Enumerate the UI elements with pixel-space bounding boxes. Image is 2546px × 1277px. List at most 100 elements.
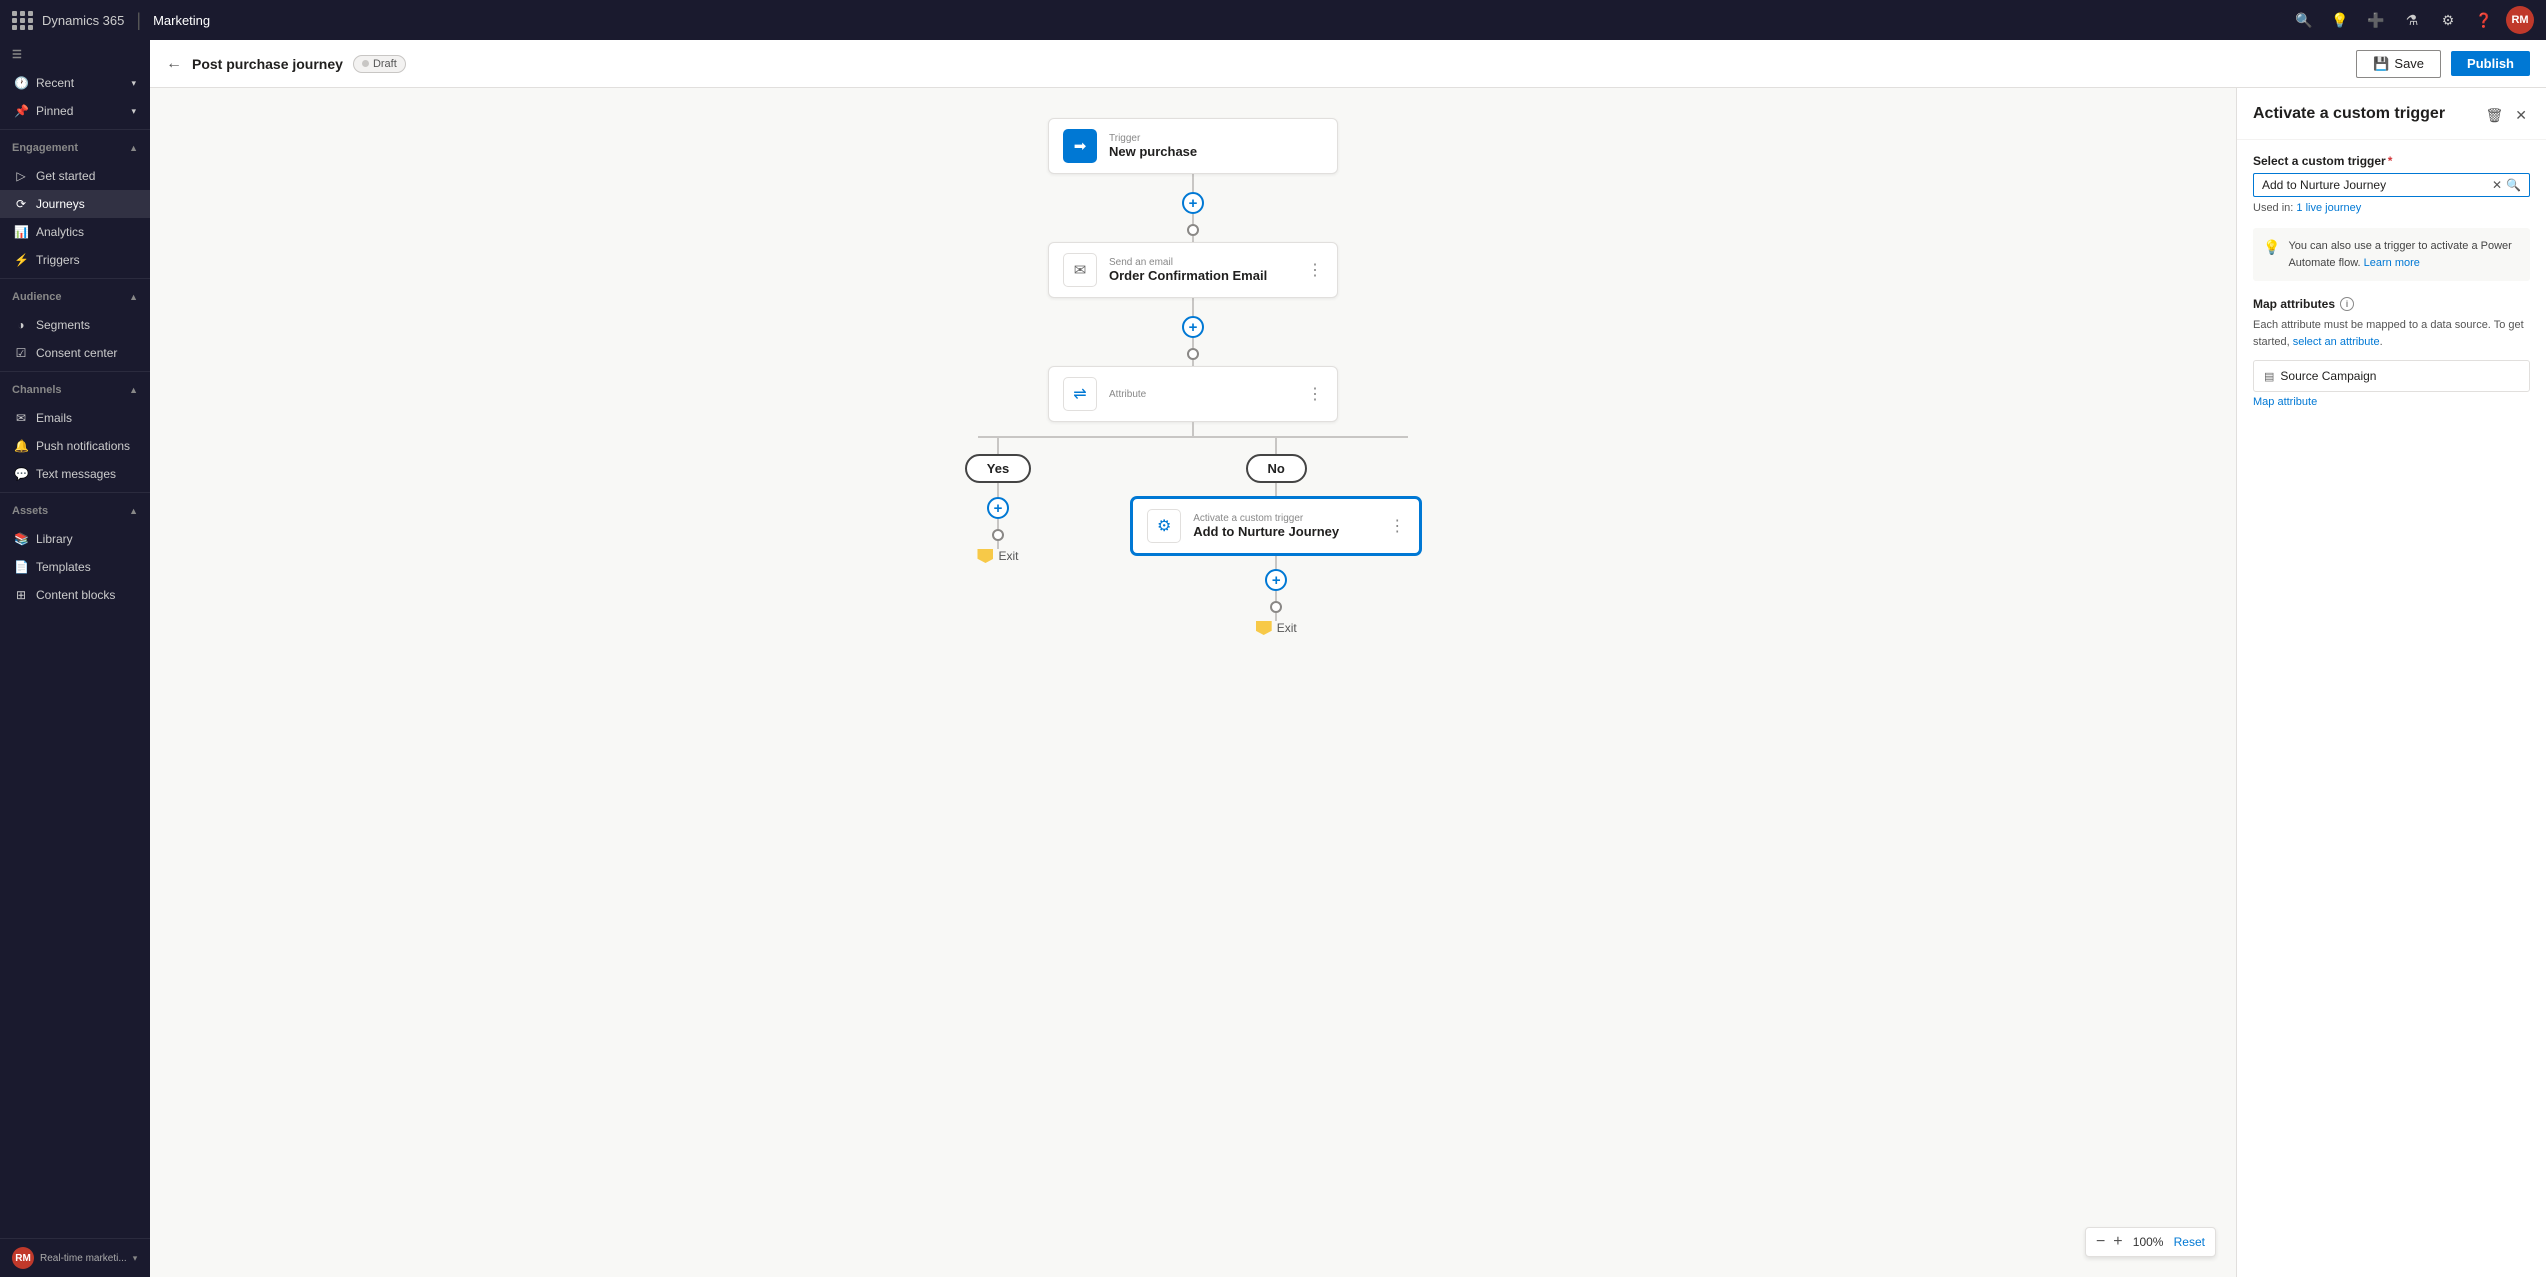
text-icon: 💬 bbox=[14, 467, 28, 481]
trigger-search-input[interactable] bbox=[2262, 178, 2488, 192]
back-button[interactable]: ← bbox=[166, 55, 182, 73]
pin-icon: 📌 bbox=[14, 104, 28, 118]
avatar[interactable]: RM bbox=[2506, 6, 2534, 34]
yes-exit: Exit bbox=[977, 549, 1018, 563]
workspace-selector[interactable]: RM Real-time marketi... ▾ bbox=[0, 1238, 150, 1277]
custom-node-content: Activate a custom trigger Add to Nurture… bbox=[1193, 513, 1377, 539]
help-icon[interactable]: ❓ bbox=[2470, 6, 2498, 34]
yes-oval[interactable]: Yes bbox=[965, 454, 1031, 483]
connector-2: + bbox=[1182, 298, 1204, 366]
no-add-btn[interactable]: + bbox=[1265, 569, 1287, 591]
connector-circle-1 bbox=[1187, 224, 1199, 236]
map-attrs-header: Map attributes i bbox=[2253, 297, 2530, 311]
section-engagement[interactable]: Engagement ▲ bbox=[0, 134, 150, 162]
yes-add-btn[interactable]: + bbox=[987, 497, 1009, 519]
chevron-up-icon-3: ▲ bbox=[129, 385, 138, 395]
no-branch-stem bbox=[1275, 438, 1277, 454]
email-node[interactable]: ✉ Send an email Order Confirmation Email… bbox=[1048, 242, 1338, 298]
attr-node-menu[interactable]: ⋮ bbox=[1307, 384, 1323, 404]
section-assets[interactable]: Assets ▲ bbox=[0, 497, 150, 525]
app-launcher-icon[interactable] bbox=[12, 11, 34, 30]
sidebar-item-journeys[interactable]: ⟳ Journeys bbox=[0, 190, 150, 218]
journey-canvas[interactable]: ➡ Trigger New purchase + bbox=[150, 88, 2236, 1277]
attribute-node[interactable]: ⇌ Attribute ⋮ bbox=[1048, 366, 1338, 422]
sidebar-collapse-btn[interactable]: ☰ bbox=[0, 40, 150, 69]
sidebar-item-analytics[interactable]: 📊 Analytics bbox=[0, 218, 150, 246]
connector-line-1b bbox=[1192, 214, 1194, 224]
clear-search-button[interactable]: ✕ bbox=[2492, 178, 2502, 192]
attr-row-icon: ▤ bbox=[2264, 370, 2274, 383]
sidebar: ☰ 🕐 Recent ▾ 📌 Pinned ▾ Engagement ▲ ▷ G… bbox=[0, 40, 150, 1277]
no-line-2 bbox=[1275, 555, 1277, 569]
trigger-node[interactable]: ➡ Trigger New purchase bbox=[1048, 118, 1338, 174]
live-journey-link[interactable]: 1 live journey bbox=[2296, 202, 2361, 214]
branches-container: Yes + bbox=[965, 438, 1421, 635]
attr-node-content: Attribute bbox=[1109, 389, 1295, 400]
map-attrs-help-icon[interactable]: i bbox=[2340, 297, 2354, 311]
right-panel-body: Select a custom trigger* ✕ 🔍 Used in: 1 … bbox=[2237, 140, 2546, 1277]
yes-circle bbox=[992, 529, 1004, 541]
info-text: You can also use a trigger to activate a… bbox=[2288, 238, 2520, 271]
zoom-in-button[interactable]: + bbox=[2113, 1233, 2122, 1251]
right-panel: Activate a custom trigger 🗑 ✕ Select a c… bbox=[2236, 88, 2546, 1277]
no-oval[interactable]: No bbox=[1246, 454, 1307, 483]
add-step-button-2[interactable]: + bbox=[1182, 316, 1204, 338]
publish-button[interactable]: Publish bbox=[2451, 51, 2530, 76]
close-icon[interactable]: ✕ bbox=[2512, 104, 2530, 127]
sidebar-item-triggers[interactable]: ⚡ Triggers bbox=[0, 246, 150, 274]
no-line-1 bbox=[1275, 483, 1277, 497]
settings-icon[interactable]: ⚙ bbox=[2434, 6, 2462, 34]
trigger-search-wrap[interactable]: ✕ 🔍 bbox=[2253, 173, 2530, 197]
no-connector-below: + bbox=[1265, 555, 1287, 621]
sidebar-item-push-notifications[interactable]: 🔔 Push notifications bbox=[0, 432, 150, 460]
zoom-reset-button[interactable]: Reset bbox=[2174, 1235, 2205, 1249]
sidebar-item-content-blocks[interactable]: ⊞ Content blocks bbox=[0, 581, 150, 609]
field-label: Select a custom trigger* bbox=[2253, 154, 2530, 168]
attr-row: ▤ Source Campaign bbox=[2253, 360, 2530, 392]
save-button[interactable]: 💾 Save bbox=[2356, 50, 2441, 78]
custom-node-menu[interactable]: ⋮ bbox=[1389, 516, 1405, 536]
sidebar-item-text-messages[interactable]: 💬 Text messages bbox=[0, 460, 150, 488]
learn-more-link[interactable]: Learn more bbox=[2364, 257, 2420, 269]
filter-icon[interactable]: ⚗ bbox=[2398, 6, 2426, 34]
search-icon[interactable]: 🔍 bbox=[2290, 6, 2318, 34]
yes-line-3 bbox=[997, 541, 999, 549]
select-attr-link[interactable]: select an attribute bbox=[2293, 336, 2380, 348]
chevron-up-icon-4: ▲ bbox=[129, 506, 138, 516]
sidebar-item-library[interactable]: 📚 Library bbox=[0, 525, 150, 553]
nav-separator: | bbox=[136, 10, 141, 31]
section-channels[interactable]: Channels ▲ bbox=[0, 376, 150, 404]
branch-stem-line bbox=[1192, 422, 1194, 436]
add-step-button-1[interactable]: + bbox=[1182, 192, 1204, 214]
chevron-up-icon-2: ▲ bbox=[129, 292, 138, 302]
sidebar-item-templates[interactable]: 📄 Templates bbox=[0, 553, 150, 581]
delete-icon[interactable]: 🗑 bbox=[2482, 104, 2506, 127]
email-node-content: Send an email Order Confirmation Email bbox=[1109, 257, 1295, 283]
search-icon-btn[interactable]: 🔍 bbox=[2506, 178, 2521, 192]
sidebar-item-emails[interactable]: ✉ Emails bbox=[0, 404, 150, 432]
sidebar-item-get-started[interactable]: ▷ Get started bbox=[0, 162, 150, 190]
custom-trigger-node[interactable]: ⚙ Activate a custom trigger Add to Nurtu… bbox=[1131, 497, 1421, 555]
push-icon: 🔔 bbox=[14, 439, 28, 453]
section-audience[interactable]: Audience ▲ bbox=[0, 283, 150, 311]
sidebar-item-recent[interactable]: 🕐 Recent ▾ bbox=[0, 69, 150, 97]
right-panel-header: Activate a custom trigger 🗑 ✕ bbox=[2237, 88, 2546, 140]
content-area: ← Post purchase journey Draft 💾 Save Pub… bbox=[150, 40, 2546, 1277]
sidebar-item-pinned[interactable]: 📌 Pinned ▾ bbox=[0, 97, 150, 125]
lightbulb-icon[interactable]: 💡 bbox=[2326, 6, 2354, 34]
email-node-menu[interactable]: ⋮ bbox=[1307, 260, 1323, 280]
journeys-icon: ⟳ bbox=[14, 197, 28, 211]
connector-line-1 bbox=[1192, 174, 1194, 192]
sidebar-item-consent-center[interactable]: ☑ Consent center bbox=[0, 339, 150, 367]
recent-icon: 🕐 bbox=[14, 76, 28, 90]
email-node-icon: ✉ bbox=[1063, 253, 1097, 287]
module-name: Marketing bbox=[153, 13, 210, 28]
trigger-node-content: Trigger New purchase bbox=[1109, 133, 1323, 159]
map-attribute-link[interactable]: Map attribute bbox=[2253, 396, 2530, 408]
no-circle bbox=[1270, 601, 1282, 613]
yes-branch: Yes + bbox=[965, 438, 1031, 563]
plus-icon[interactable]: ➕ bbox=[2362, 6, 2390, 34]
zoom-out-button[interactable]: − bbox=[2096, 1233, 2105, 1251]
sidebar-item-segments[interactable]: ◑ Segments bbox=[0, 311, 150, 339]
no-exit: Exit bbox=[1256, 621, 1297, 635]
